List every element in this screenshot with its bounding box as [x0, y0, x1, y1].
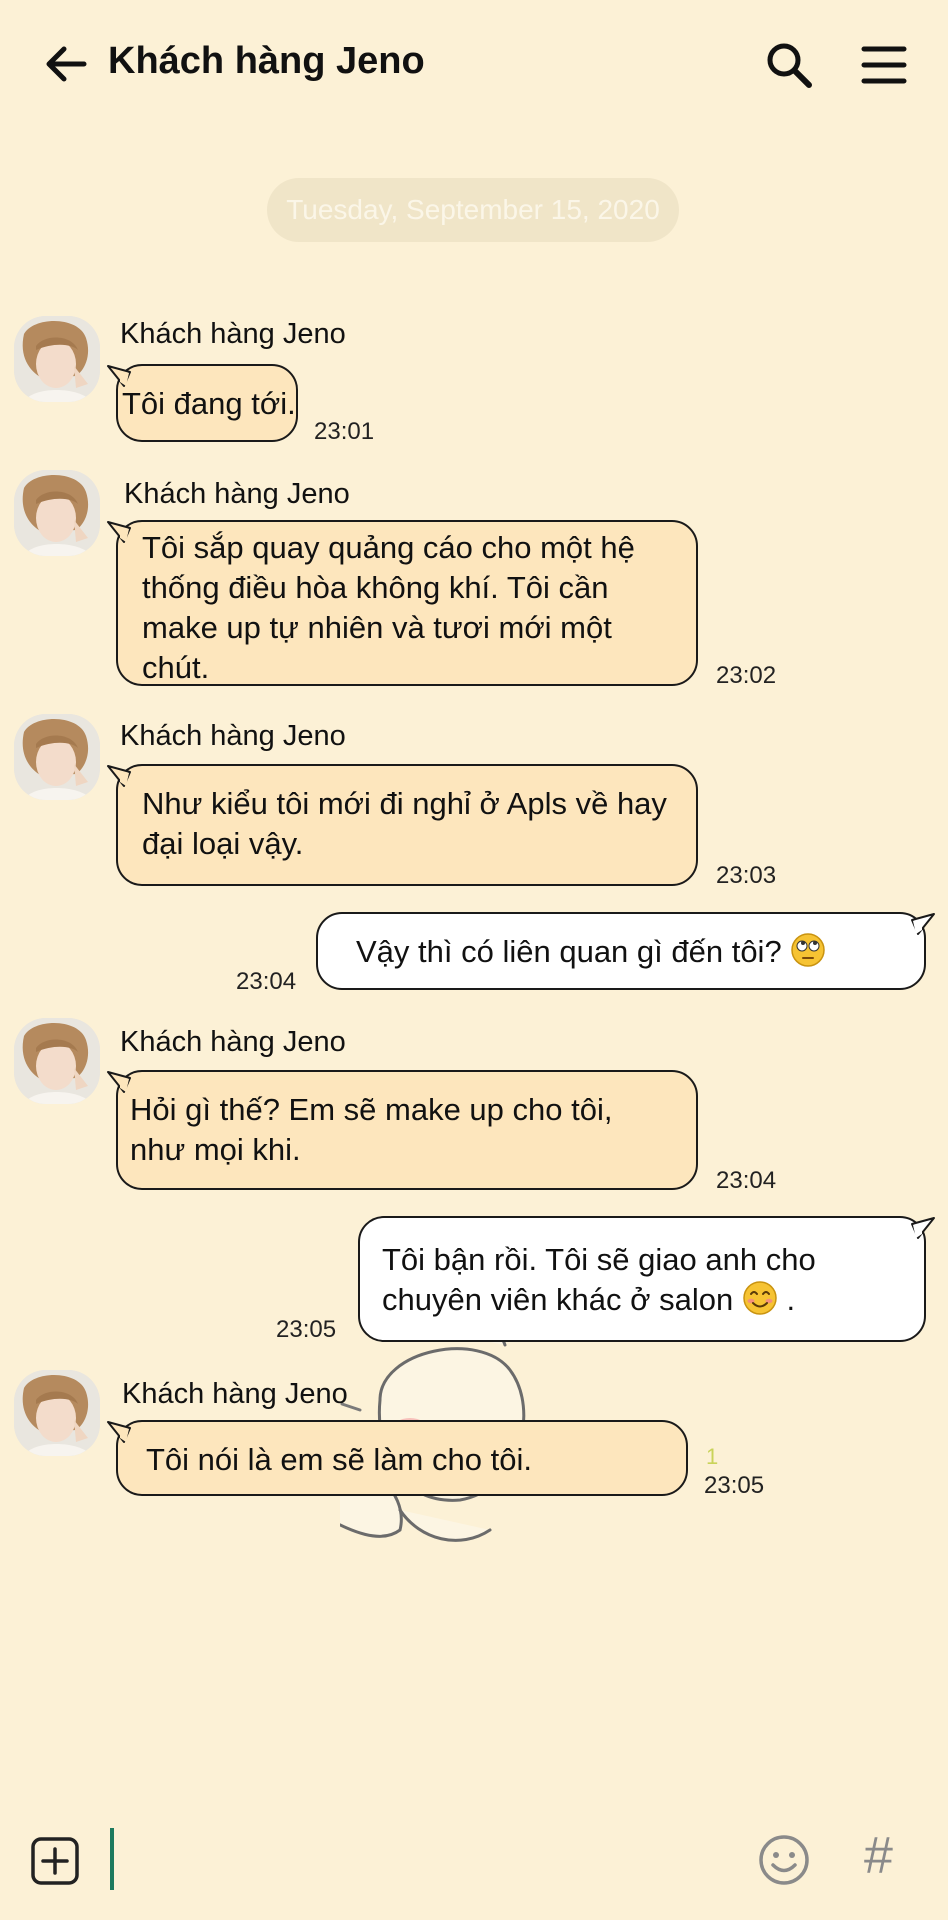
message-time: 23:05	[704, 1472, 765, 1499]
date-separator: Tuesday, September 15, 2020	[267, 178, 679, 242]
message-time: 23:05	[276, 1316, 337, 1343]
message-time: 23:03	[716, 862, 777, 889]
message-input-field[interactable]	[110, 1828, 114, 1890]
sender-name: Khách hàng Jeno	[120, 720, 346, 752]
message-time: 23:02	[716, 662, 777, 689]
avatar[interactable]	[14, 1370, 100, 1456]
avatar[interactable]	[14, 714, 100, 800]
avatar[interactable]	[14, 1018, 100, 1104]
message-text: Tôi sắp quay quảng cáo cho một hệ thống …	[142, 530, 635, 685]
hashtag-button[interactable]: #	[864, 1826, 893, 1886]
message-time: 23:04	[716, 1167, 777, 1194]
plus-square-icon[interactable]	[30, 1836, 80, 1886]
message-text: Tôi đang tới.	[122, 386, 296, 421]
smiling-emoji-icon	[743, 1281, 777, 1315]
avatar[interactable]	[14, 470, 100, 556]
hamburger-menu-icon[interactable]	[860, 42, 908, 88]
sender-name: Khách hàng Jeno	[120, 318, 346, 350]
search-icon[interactable]	[764, 40, 814, 90]
sender-name: Khách hàng Jeno	[124, 478, 350, 510]
message-text: Tôi nói là em sẽ làm cho tôi.	[146, 1442, 532, 1477]
chat-header: Khách hàng Jeno	[0, 0, 948, 130]
incoming-message-bubble[interactable]: Tôi đang tới.	[107, 364, 298, 442]
message-time: 23:04	[236, 968, 297, 995]
incoming-message-bubble[interactable]: Tôi sắp quay quảng cáo cho một hệ thống …	[107, 520, 698, 686]
message-text-suffix: .	[786, 1282, 796, 1317]
sender-name: Khách hàng Jeno	[122, 1378, 348, 1410]
message-text: Hỏi gì thế? Em sẽ make up cho tôi, như m…	[130, 1092, 613, 1167]
arrow-left-icon[interactable]	[40, 38, 92, 90]
incoming-message-bubble[interactable]: Tôi nói là em sẽ làm cho tôi.	[107, 1420, 688, 1496]
outgoing-message-bubble[interactable]: Tôi bận rồi. Tôi sẽ giao anh cho chuyên …	[358, 1216, 935, 1342]
avatar[interactable]	[14, 316, 100, 402]
incoming-message-bubble[interactable]: Như kiểu tôi mới đi nghỉ ở Apls về hay đ…	[107, 764, 698, 886]
rolling-eyes-emoji-icon	[791, 933, 826, 967]
outgoing-message-bubble[interactable]: Vậy thì có liên quan gì đến tôi?	[316, 912, 935, 990]
unread-count: 1	[706, 1444, 719, 1469]
sender-name: Khách hàng Jeno	[120, 1026, 346, 1058]
message-time: 23:01	[314, 418, 375, 445]
incoming-message-bubble[interactable]: Hỏi gì thế? Em sẽ make up cho tôi, như m…	[107, 1070, 698, 1190]
message-text: Như kiểu tôi mới đi nghỉ ở Apls về hay đ…	[142, 786, 667, 861]
message-text: Vậy thì có liên quan gì đến tôi?	[356, 934, 782, 969]
emoji-icon[interactable]	[758, 1834, 810, 1886]
chat-title: Khách hàng Jeno	[108, 40, 425, 82]
